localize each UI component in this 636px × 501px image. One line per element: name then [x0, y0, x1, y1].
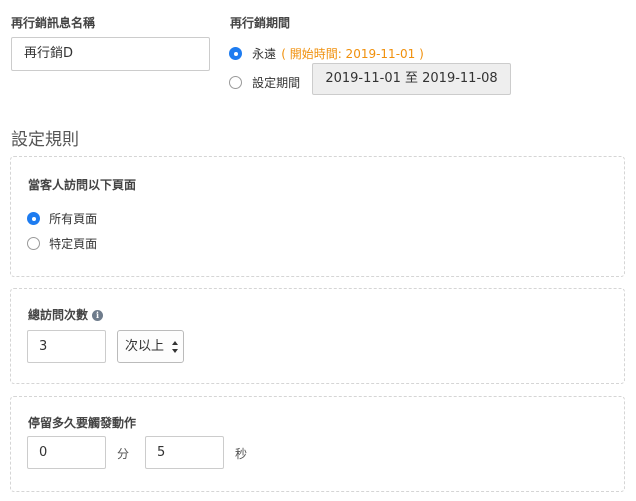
period-custom-radio[interactable] [229, 76, 242, 89]
remarketing-name-input[interactable]: 再行銷D [11, 37, 210, 71]
all-pages-radio[interactable] [27, 212, 40, 225]
select-arrows-icon [172, 341, 178, 353]
dwell-rule-label: 停留多久要觸發動作 [28, 416, 137, 430]
remarketing-name-label: 再行銷訊息名稱 [11, 16, 96, 30]
specific-pages-radio[interactable] [27, 237, 40, 250]
info-icon[interactable]: i [92, 310, 104, 321]
dwell-minutes-input[interactable]: 0 [27, 436, 106, 469]
period-forever-label: 永遠 [252, 47, 277, 61]
period-custom-option[interactable]: 設定期間 [229, 72, 300, 91]
date-range-field[interactable]: 2019-11-01 至 2019-11-08 [312, 63, 511, 95]
period-custom-label: 設定期間 [252, 76, 301, 90]
specific-pages-label: 特定頁面 [49, 237, 98, 251]
visits-rule-title: 總訪問次數 i [28, 306, 104, 323]
pages-rule-box [10, 156, 625, 277]
minutes-unit: 分 [117, 447, 130, 461]
remarketing-period-label: 再行銷期間 [230, 16, 291, 30]
period-forever-radio[interactable] [229, 47, 242, 60]
seconds-unit: 秒 [235, 447, 248, 461]
rules-title: 設定規則 [11, 130, 79, 150]
visits-operator-select[interactable]: 次以上 [117, 330, 184, 363]
period-start-note: ( 開始時間: 2019-11-01 ) [281, 47, 424, 61]
pages-rule-label: 當客人訪問以下頁面 [28, 178, 137, 192]
visits-rule-label: 總訪問次數 [28, 308, 89, 322]
specific-pages-option[interactable]: 特定頁面 [27, 233, 97, 252]
visits-operator-value: 次以上 [125, 339, 165, 354]
all-pages-label: 所有頁面 [49, 212, 98, 226]
all-pages-option[interactable]: 所有頁面 [27, 208, 97, 227]
period-forever-option[interactable]: 永遠 ( 開始時間: 2019-11-01 ) [229, 43, 424, 62]
dwell-seconds-input[interactable]: 5 [145, 436, 224, 469]
visits-count-input[interactable]: 3 [27, 330, 106, 363]
